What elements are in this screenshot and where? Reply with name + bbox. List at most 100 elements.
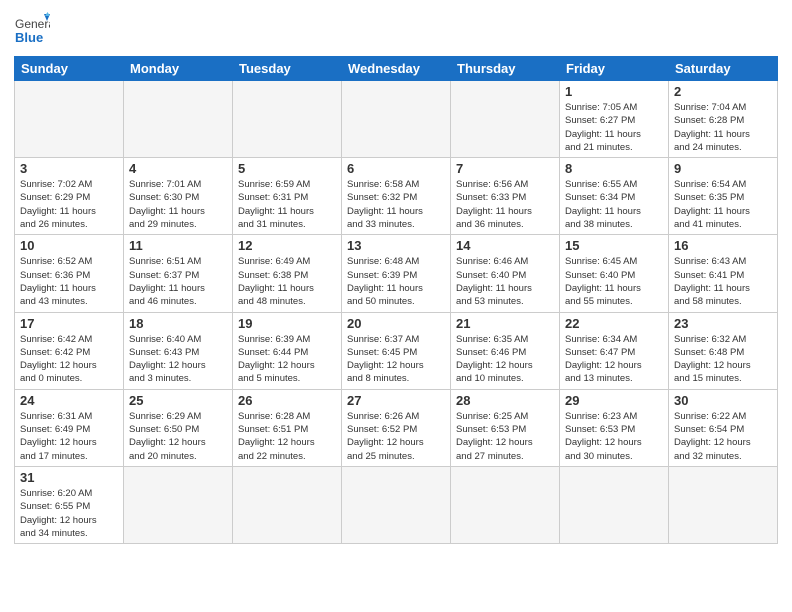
day-cell: 9 Sunrise: 6:54 AM Sunset: 6:35 PM Daylig…	[669, 158, 778, 235]
week-row-1: 1 Sunrise: 7:05 AM Sunset: 6:27 PM Daylig…	[15, 81, 778, 158]
day-info: Sunrise: 6:34 AM Sunset: 6:47 PM Dayligh…	[565, 333, 663, 386]
day-number: 29	[565, 393, 663, 408]
header-day-thursday: Thursday	[451, 57, 560, 81]
header-day-saturday: Saturday	[669, 57, 778, 81]
day-number: 7	[456, 161, 554, 176]
day-cell: 25Sunrise: 6:29 AM Sunset: 6:50 PM Dayli…	[124, 389, 233, 466]
day-cell: 28Sunrise: 6:25 AM Sunset: 6:53 PM Dayli…	[451, 389, 560, 466]
day-number: 26	[238, 393, 336, 408]
day-cell: 27 Sunrise: 6:26 AM Sunset: 6:52 PM Dayli…	[342, 389, 451, 466]
day-cell: 14Sunrise: 6:46 AM Sunset: 6:40 PM Dayli…	[451, 235, 560, 312]
day-info: Sunrise: 6:29 AM Sunset: 6:50 PM Dayligh…	[129, 410, 227, 463]
day-info: Sunrise: 6:56 AM Sunset: 6:33 PM Dayligh…	[456, 178, 554, 231]
week-row-5: 24Sunrise: 6:31 AM Sunset: 6:49 PM Dayli…	[15, 389, 778, 466]
header: General Blue	[14, 12, 778, 48]
calendar-header: SundayMondayTuesdayWednesdayThursdayFrid…	[15, 57, 778, 81]
day-cell: 15 Sunrise: 6:45 AM Sunset: 6:40 PM Dayli…	[560, 235, 669, 312]
day-cell	[124, 466, 233, 543]
day-number: 30	[674, 393, 772, 408]
day-number: 12	[238, 238, 336, 253]
day-info: Sunrise: 6:40 AM Sunset: 6:43 PM Dayligh…	[129, 333, 227, 386]
day-cell: 18 Sunrise: 6:40 AM Sunset: 6:43 PM Dayli…	[124, 312, 233, 389]
header-day-friday: Friday	[560, 57, 669, 81]
day-number: 24	[20, 393, 118, 408]
day-number: 10	[20, 238, 118, 253]
day-number: 22	[565, 316, 663, 331]
day-number: 3	[20, 161, 118, 176]
day-info: Sunrise: 6:39 AM Sunset: 6:44 PM Dayligh…	[238, 333, 336, 386]
day-info: Sunrise: 7:02 AM Sunset: 6:29 PM Dayligh…	[20, 178, 118, 231]
day-info: Sunrise: 6:55 AM Sunset: 6:34 PM Dayligh…	[565, 178, 663, 231]
week-row-2: 3 Sunrise: 7:02 AM Sunset: 6:29 PM Daylig…	[15, 158, 778, 235]
logo: General Blue	[14, 12, 50, 48]
day-cell: 10 Sunrise: 6:52 AM Sunset: 6:36 PM Dayli…	[15, 235, 124, 312]
day-number: 6	[347, 161, 445, 176]
day-cell: 16 Sunrise: 6:43 AM Sunset: 6:41 PM Dayli…	[669, 235, 778, 312]
day-cell	[342, 466, 451, 543]
day-info: Sunrise: 7:04 AM Sunset: 6:28 PM Dayligh…	[674, 101, 772, 154]
day-cell: 7 Sunrise: 6:56 AM Sunset: 6:33 PM Daylig…	[451, 158, 560, 235]
svg-text:General: General	[15, 17, 50, 31]
day-cell: 29 Sunrise: 6:23 AM Sunset: 6:53 PM Dayli…	[560, 389, 669, 466]
day-info: Sunrise: 6:37 AM Sunset: 6:45 PM Dayligh…	[347, 333, 445, 386]
day-info: Sunrise: 7:01 AM Sunset: 6:30 PM Dayligh…	[129, 178, 227, 231]
day-cell: 30 Sunrise: 6:22 AM Sunset: 6:54 PM Dayli…	[669, 389, 778, 466]
day-info: Sunrise: 6:28 AM Sunset: 6:51 PM Dayligh…	[238, 410, 336, 463]
day-number: 9	[674, 161, 772, 176]
day-cell: 24Sunrise: 6:31 AM Sunset: 6:49 PM Dayli…	[15, 389, 124, 466]
page: General Blue SundayMondayTuesdayWednesda…	[0, 0, 792, 612]
day-number: 19	[238, 316, 336, 331]
day-info: Sunrise: 6:20 AM Sunset: 6:55 PM Dayligh…	[20, 487, 118, 540]
day-number: 15	[565, 238, 663, 253]
week-row-4: 17 Sunrise: 6:42 AM Sunset: 6:42 PM Dayli…	[15, 312, 778, 389]
day-info: Sunrise: 6:59 AM Sunset: 6:31 PM Dayligh…	[238, 178, 336, 231]
calendar-body: 1 Sunrise: 7:05 AM Sunset: 6:27 PM Daylig…	[15, 81, 778, 544]
day-number: 1	[565, 84, 663, 99]
day-info: Sunrise: 6:43 AM Sunset: 6:41 PM Dayligh…	[674, 255, 772, 308]
day-number: 8	[565, 161, 663, 176]
day-info: Sunrise: 7:05 AM Sunset: 6:27 PM Dayligh…	[565, 101, 663, 154]
day-cell: 4 Sunrise: 7:01 AM Sunset: 6:30 PM Daylig…	[124, 158, 233, 235]
day-cell	[233, 81, 342, 158]
day-cell	[233, 466, 342, 543]
day-number: 18	[129, 316, 227, 331]
day-cell: 17 Sunrise: 6:42 AM Sunset: 6:42 PM Dayli…	[15, 312, 124, 389]
day-cell: 5Sunrise: 6:59 AM Sunset: 6:31 PM Daylig…	[233, 158, 342, 235]
day-number: 16	[674, 238, 772, 253]
day-number: 20	[347, 316, 445, 331]
svg-text:Blue: Blue	[15, 30, 43, 45]
day-cell	[342, 81, 451, 158]
day-cell	[451, 81, 560, 158]
header-day-tuesday: Tuesday	[233, 57, 342, 81]
day-info: Sunrise: 6:45 AM Sunset: 6:40 PM Dayligh…	[565, 255, 663, 308]
day-cell	[560, 466, 669, 543]
day-cell: 26 Sunrise: 6:28 AM Sunset: 6:51 PM Dayli…	[233, 389, 342, 466]
day-number: 23	[674, 316, 772, 331]
day-number: 13	[347, 238, 445, 253]
day-info: Sunrise: 6:46 AM Sunset: 6:40 PM Dayligh…	[456, 255, 554, 308]
day-cell: 23 Sunrise: 6:32 AM Sunset: 6:48 PM Dayli…	[669, 312, 778, 389]
day-info: Sunrise: 6:42 AM Sunset: 6:42 PM Dayligh…	[20, 333, 118, 386]
day-info: Sunrise: 6:22 AM Sunset: 6:54 PM Dayligh…	[674, 410, 772, 463]
day-info: Sunrise: 6:26 AM Sunset: 6:52 PM Dayligh…	[347, 410, 445, 463]
day-info: Sunrise: 6:23 AM Sunset: 6:53 PM Dayligh…	[565, 410, 663, 463]
day-cell: 31 Sunrise: 6:20 AM Sunset: 6:55 PM Dayli…	[15, 466, 124, 543]
day-cell: 8 Sunrise: 6:55 AM Sunset: 6:34 PM Daylig…	[560, 158, 669, 235]
day-number: 31	[20, 470, 118, 485]
day-number: 21	[456, 316, 554, 331]
day-info: Sunrise: 6:52 AM Sunset: 6:36 PM Dayligh…	[20, 255, 118, 308]
day-cell: 22 Sunrise: 6:34 AM Sunset: 6:47 PM Dayli…	[560, 312, 669, 389]
day-info: Sunrise: 6:32 AM Sunset: 6:48 PM Dayligh…	[674, 333, 772, 386]
day-number: 17	[20, 316, 118, 331]
day-cell: 13 Sunrise: 6:48 AM Sunset: 6:39 PM Dayli…	[342, 235, 451, 312]
header-row: SundayMondayTuesdayWednesdayThursdayFrid…	[15, 57, 778, 81]
day-info: Sunrise: 6:48 AM Sunset: 6:39 PM Dayligh…	[347, 255, 445, 308]
day-cell	[451, 466, 560, 543]
header-day-wednesday: Wednesday	[342, 57, 451, 81]
day-number: 28	[456, 393, 554, 408]
day-info: Sunrise: 6:54 AM Sunset: 6:35 PM Dayligh…	[674, 178, 772, 231]
day-number: 27	[347, 393, 445, 408]
day-cell: 6Sunrise: 6:58 AM Sunset: 6:32 PM Daylig…	[342, 158, 451, 235]
day-number: 4	[129, 161, 227, 176]
day-cell: 1 Sunrise: 7:05 AM Sunset: 6:27 PM Daylig…	[560, 81, 669, 158]
